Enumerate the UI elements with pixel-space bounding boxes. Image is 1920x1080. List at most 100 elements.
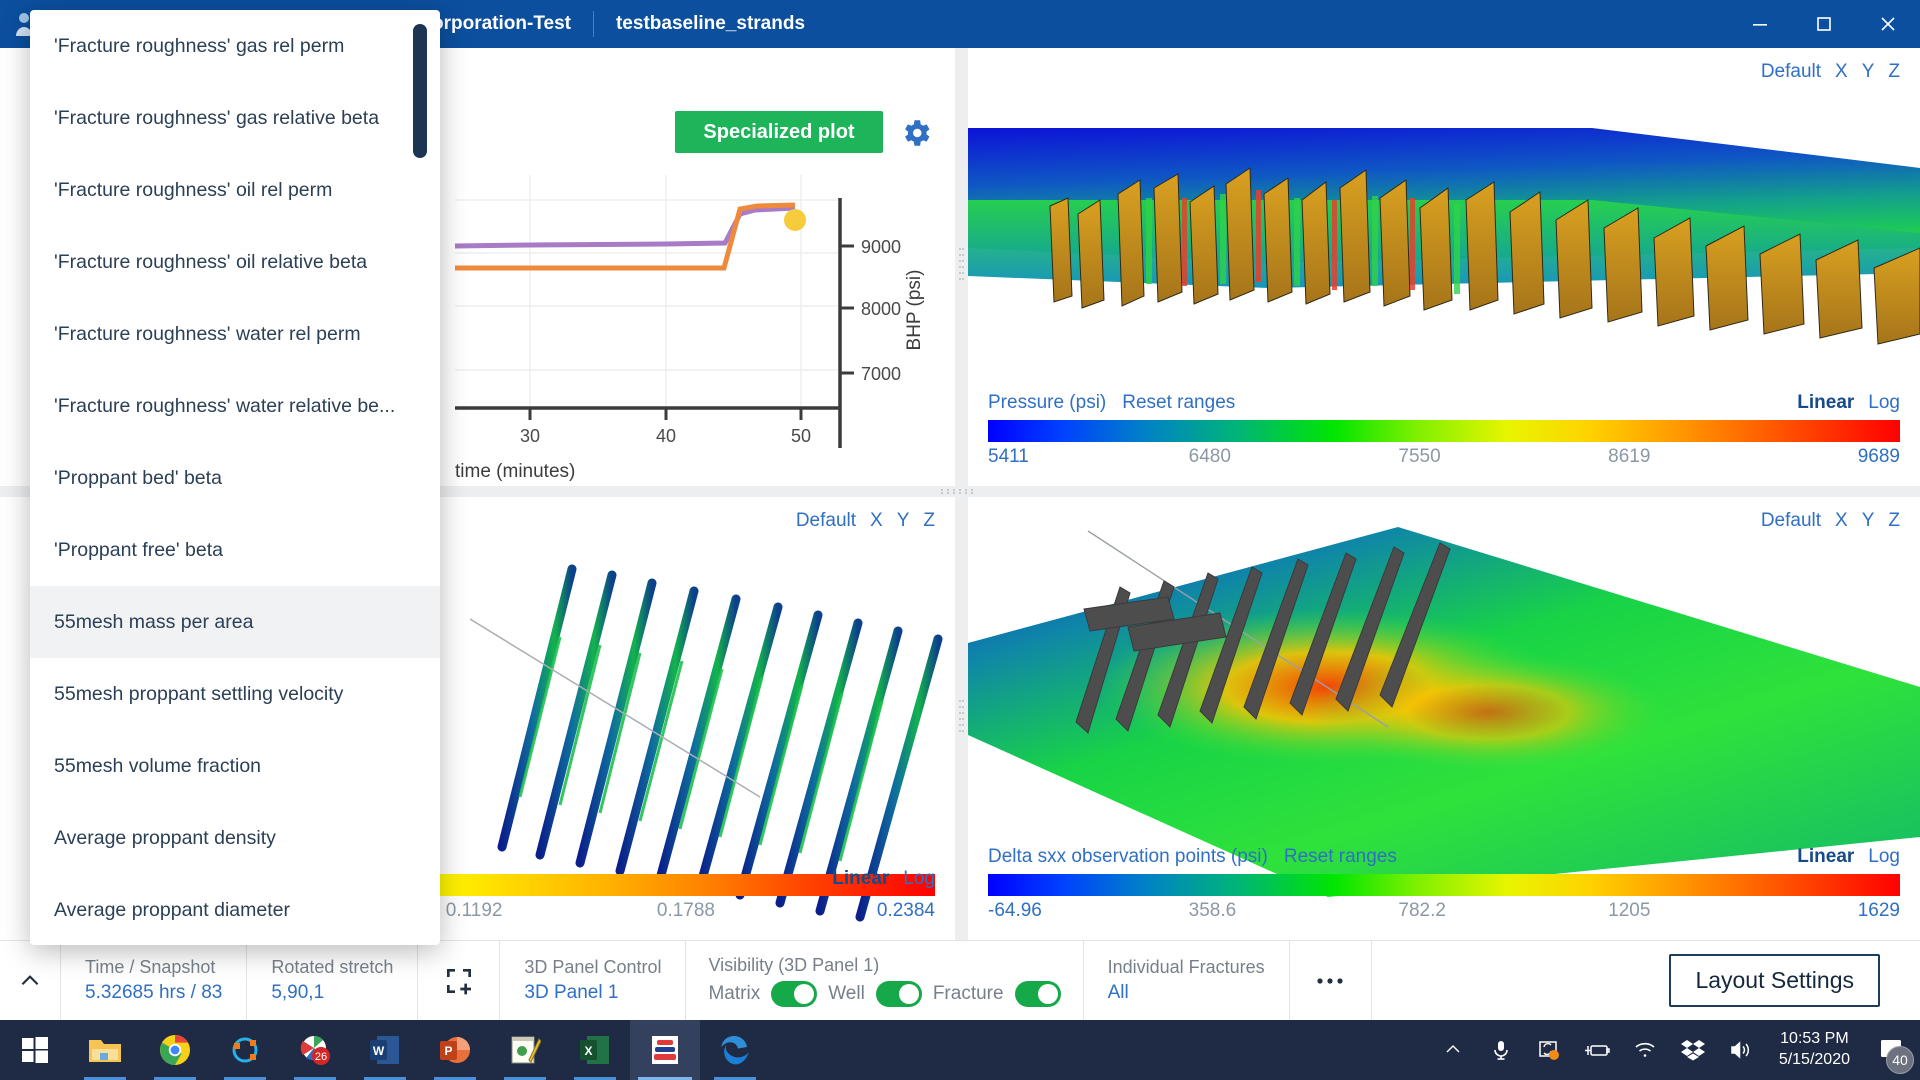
view-x-button[interactable]: X xyxy=(870,510,883,532)
vertical-splitter-bottom[interactable] xyxy=(955,497,968,940)
legend-tick: 0.1192 xyxy=(445,900,503,921)
view-controls-3d-panel-2: Default X Y Z xyxy=(796,510,935,532)
view-z-button[interactable]: Z xyxy=(1888,61,1900,83)
panel-3d-delta-sxx[interactable]: Default X Y Z Delta sxx observation poin… xyxy=(968,497,1920,940)
view-y-button[interactable]: Y xyxy=(1862,510,1875,532)
time-snapshot-cell[interactable]: Time / Snapshot 5.32685 hrs / 83 xyxy=(60,940,248,1021)
notepad-paint-icon[interactable] xyxy=(490,1020,560,1080)
dropdown-scrollbar-track[interactable] xyxy=(413,24,427,934)
view-default-button[interactable]: Default xyxy=(1761,510,1821,532)
legend-proppant: Linear Log 0.1192 0.1788 0.2384 xyxy=(420,868,935,926)
list-item[interactable]: 'Fracture roughness' gas relative beta xyxy=(30,82,440,154)
list-item-label: 'Fracture roughness' oil rel perm xyxy=(54,178,333,201)
view-y-button[interactable]: Y xyxy=(1862,61,1875,83)
cycle-app-icon[interactable] xyxy=(210,1020,280,1080)
minimize-icon[interactable] xyxy=(1728,0,1792,48)
wifi-icon[interactable] xyxy=(1621,1020,1669,1080)
list-item[interactable]: 55mesh volume fraction xyxy=(30,730,440,802)
scale-log-button[interactable]: Log xyxy=(1868,392,1900,414)
list-item[interactable]: 55mesh proppant settling velocity xyxy=(30,658,440,730)
maximize-icon[interactable] xyxy=(1792,0,1856,48)
list-item[interactable]: 'Fracture roughness' water relative be..… xyxy=(30,370,440,442)
3d-panel-control-label: 3D Panel Control xyxy=(524,957,662,977)
view-x-button[interactable]: X xyxy=(1835,510,1848,532)
3d-panel-control-cell[interactable]: 3D Panel Control 3D Panel 1 xyxy=(500,940,687,1021)
scale-log-button[interactable]: Log xyxy=(1868,846,1900,868)
dropbox-icon[interactable] xyxy=(1669,1020,1717,1080)
list-item[interactable]: 'Fracture roughness' oil relative beta xyxy=(30,226,440,298)
ellipsis-icon[interactable] xyxy=(1290,940,1372,1021)
system-tray: 10:53 PM 5/15/2020 40 xyxy=(1429,1020,1920,1080)
legend-ticks: -64.96 358.6 782.2 1205 1629 xyxy=(988,900,1900,926)
chevron-up-icon[interactable] xyxy=(0,968,60,994)
specialized-plot-button[interactable]: Specialized plot xyxy=(675,111,883,153)
view-z-button[interactable]: Z xyxy=(923,510,935,532)
list-item-selected[interactable]: 55mesh mass per area xyxy=(30,586,440,658)
toggle-fracture[interactable] xyxy=(1014,980,1061,1007)
windows-taskbar: 26 W P X 10:53 PM 5/15/2020 40 xyxy=(0,1020,1920,1080)
view-x-button[interactable]: X xyxy=(1835,61,1848,83)
battery-charging-icon[interactable] xyxy=(1573,1020,1621,1080)
toggle-matrix[interactable] xyxy=(771,980,818,1007)
variable-select-dropdown[interactable]: 'Fracture roughness' gas rel perm 'Fract… xyxy=(30,10,440,945)
resfrac-icon[interactable] xyxy=(630,1020,700,1080)
volume-icon[interactable] xyxy=(1717,1020,1765,1080)
legend-ticks: 5411 6480 7550 8619 9689 xyxy=(988,446,1900,472)
toggle-label-matrix: Matrix xyxy=(708,982,761,1004)
expand-icon[interactable] xyxy=(418,940,501,1021)
scale-linear-button[interactable]: Linear xyxy=(1797,846,1854,868)
rotated-stretch-cell[interactable]: Rotated stretch 5,90,1 xyxy=(247,940,419,1021)
x-tick-label: 30 xyxy=(520,426,540,446)
list-item[interactable]: 'Fracture roughness' gas rel perm xyxy=(30,10,440,82)
view-default-button[interactable]: Default xyxy=(1761,61,1821,83)
view-z-button[interactable]: Z xyxy=(1888,510,1900,532)
windows-start-icon[interactable] xyxy=(0,1020,70,1080)
taskbar-clock[interactable]: 10:53 PM 5/15/2020 xyxy=(1765,1029,1864,1071)
list-item[interactable]: 'Proppant free' beta xyxy=(30,514,440,586)
toggle-well[interactable] xyxy=(875,980,922,1007)
tab-model[interactable]: testbaseline_strands xyxy=(594,0,827,48)
scale-linear-button[interactable]: Linear xyxy=(1797,392,1854,414)
view-y-button[interactable]: Y xyxy=(897,510,910,532)
list-item[interactable]: 'Proppant bed' beta xyxy=(30,442,440,514)
visibility-cell: Visibility (3D Panel 1) Matrix Well Frac… xyxy=(686,940,1084,1021)
list-item[interactable]: Average proppant diameter xyxy=(30,874,440,945)
time-snapshot-label: Time / Snapshot xyxy=(85,957,216,977)
sync-icon[interactable] xyxy=(1525,1020,1573,1080)
powerpoint-icon[interactable]: P xyxy=(420,1020,490,1080)
clock-date: 5/15/2020 xyxy=(1778,1051,1850,1068)
list-item[interactable]: Average proppant density xyxy=(30,802,440,874)
action-center-icon[interactable]: 40 xyxy=(1864,1020,1920,1080)
close-icon[interactable] xyxy=(1856,0,1920,48)
reset-ranges-button[interactable]: Reset ranges xyxy=(1122,392,1235,414)
individual-fractures-cell[interactable]: Individual Fractures All xyxy=(1084,940,1290,1021)
calendar-26-icon[interactable]: 26 xyxy=(280,1020,350,1080)
colorbar-rainbow xyxy=(988,874,1900,896)
layout-settings-button[interactable]: Layout Settings xyxy=(1669,954,1880,1007)
list-item-label: 'Fracture roughness' water relative be..… xyxy=(54,394,396,417)
list-item-label: 55mesh proppant settling velocity xyxy=(54,682,344,705)
word-icon[interactable]: W xyxy=(350,1020,420,1080)
gear-icon[interactable] xyxy=(899,116,933,150)
scale-log-button[interactable]: Log xyxy=(903,868,935,890)
panel-3d-pressure[interactable]: Default X Y Z Pressure (psi) Reset range… xyxy=(968,48,1920,486)
show-hidden-icons-chevron[interactable] xyxy=(1429,1020,1477,1080)
legend-ticks: 0.1192 0.1788 0.2384 xyxy=(420,900,935,926)
view-default-button[interactable]: Default xyxy=(796,510,856,532)
legend-delta-sxx: Delta sxx observation points (psi) Reset… xyxy=(988,846,1900,926)
chrome-icon[interactable] xyxy=(140,1020,210,1080)
file-explorer-icon[interactable] xyxy=(70,1020,140,1080)
dropdown-scrollbar-thumb[interactable] xyxy=(413,24,427,158)
list-item[interactable]: 'Fracture roughness' oil rel perm xyxy=(30,154,440,226)
edge-icon[interactable] xyxy=(700,1020,770,1080)
reset-ranges-button[interactable]: Reset ranges xyxy=(1284,846,1397,868)
vertical-splitter-top[interactable] xyxy=(955,48,968,486)
scale-linear-button[interactable]: Linear xyxy=(832,868,889,890)
colorbar-rainbow xyxy=(988,420,1900,442)
list-item-label: 'Fracture roughness' gas rel perm xyxy=(54,34,345,57)
microphone-icon[interactable] xyxy=(1477,1020,1525,1080)
list-item-label: Average proppant diameter xyxy=(54,898,290,921)
y-tick-label: 9000 xyxy=(861,237,901,257)
list-item[interactable]: 'Fracture roughness' water rel perm xyxy=(30,298,440,370)
excel-icon[interactable]: X xyxy=(560,1020,630,1080)
